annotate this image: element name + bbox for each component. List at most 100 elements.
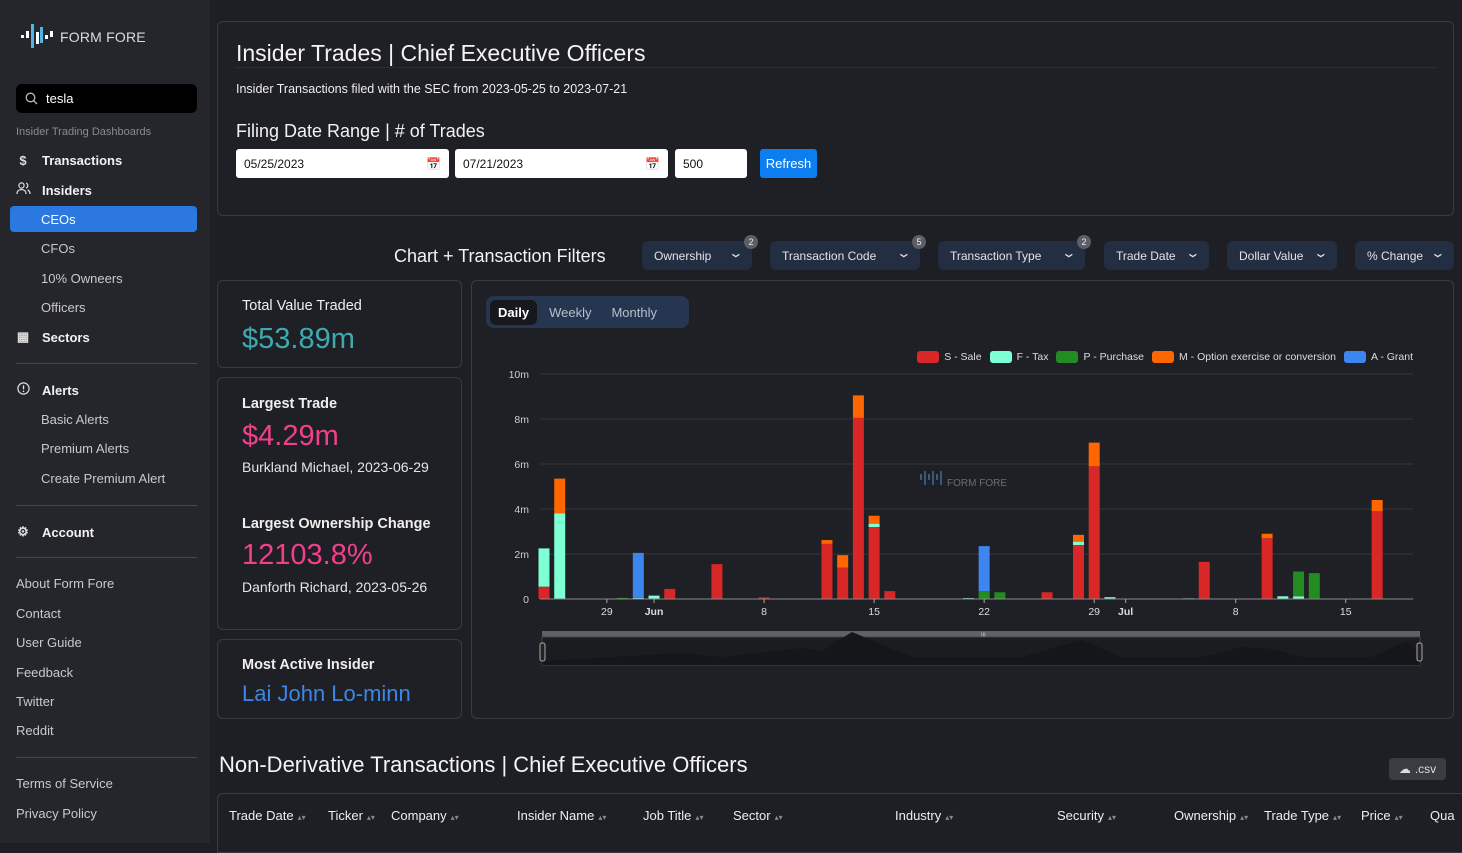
- filter-dollar-value[interactable]: Dollar Value ❯: [1227, 241, 1337, 270]
- sidebar-item-sectors[interactable]: ▦Sectors: [16, 329, 90, 345]
- filter-pct-change[interactable]: % Change❯: [1355, 241, 1454, 270]
- filter-trade-date[interactable]: Trade Date❯: [1104, 241, 1209, 270]
- x-tick-label: 22: [978, 606, 990, 618]
- column-header[interactable]: Company ▴▾: [391, 808, 459, 823]
- link-about[interactable]: About Form Fore: [16, 576, 114, 591]
- label: Dollar Value: [1239, 249, 1303, 263]
- column-header[interactable]: Insider Name ▴▾: [517, 808, 606, 823]
- num-trades-input[interactable]: 500: [675, 149, 747, 178]
- column-header[interactable]: Price▴▾: [1361, 808, 1403, 823]
- column-header[interactable]: Qua: [1430, 808, 1455, 823]
- chevron-down-icon: ❯: [1317, 252, 1326, 258]
- range-title: Filing Date Range | # of Trades: [236, 121, 485, 142]
- y-tick-label: 8m: [514, 414, 529, 426]
- link-reddit[interactable]: Reddit: [16, 723, 54, 738]
- column-header[interactable]: Job Title ▴▾: [643, 808, 703, 823]
- sort-icon[interactable]: ▴▾: [1240, 813, 1248, 822]
- largest-trade-card: Largest Trade $4.29m Burkland Michael, 2…: [217, 377, 462, 630]
- column-header[interactable]: Trade Date▴▾: [229, 808, 306, 823]
- bar-m-segment: [821, 540, 832, 544]
- column-header[interactable]: Industry▴▾: [895, 808, 953, 823]
- link-user-guide[interactable]: User Guide: [16, 635, 82, 650]
- bar-p-segment: [1309, 573, 1320, 599]
- sidebar-item-account[interactable]: ⚙Account: [16, 524, 94, 540]
- bar-chart: 02m4m6m8m10mFORM FORE29Jun8152229Jul815|…: [472, 281, 1455, 720]
- filter-ownership[interactable]: Ownership❯2: [642, 241, 752, 270]
- sort-icon[interactable]: ▴▾: [945, 813, 953, 822]
- calendar-icon[interactable]: 📅: [645, 157, 660, 171]
- bar-m-segment: [1262, 534, 1273, 539]
- sidebar-item-insiders[interactable]: Insiders: [16, 182, 92, 198]
- chevron-down-icon: ❯: [732, 252, 741, 258]
- bar-s-segment: [853, 418, 864, 599]
- sort-icon[interactable]: ▴▾: [298, 813, 306, 822]
- link-feedback[interactable]: Feedback: [16, 665, 73, 680]
- label: Sector: [733, 808, 771, 823]
- label: Job Title: [643, 808, 691, 823]
- largest-ownership-label: Largest Ownership Change: [242, 516, 431, 532]
- most-active-insider-link[interactable]: Lai John Lo-minn: [242, 681, 411, 707]
- search-input[interactable]: [46, 91, 176, 106]
- end-date-input[interactable]: 07/21/2023📅: [455, 149, 668, 178]
- sort-icon[interactable]: ▴▾: [775, 813, 783, 822]
- largest-ownership-value: 12103.8%: [242, 539, 373, 572]
- bar-m-segment: [837, 555, 848, 567]
- column-header[interactable]: Ownership▴▾: [1174, 808, 1248, 823]
- bar-s-segment: [539, 587, 550, 599]
- csv-download-button[interactable]: ☁.csv: [1389, 758, 1446, 780]
- refresh-button[interactable]: Refresh: [760, 149, 817, 178]
- bar-s-segment: [821, 544, 832, 599]
- label: Insiders: [42, 183, 92, 198]
- search-icon: [25, 92, 38, 105]
- bar-f-segment: [1073, 542, 1084, 545]
- sidebar-item-cfos[interactable]: CFOs: [41, 241, 75, 256]
- sidebar-item-10-owners[interactable]: 10% Owneers: [41, 271, 123, 286]
- column-header[interactable]: Sector ▴▾: [733, 808, 783, 823]
- sidebar-item-officers[interactable]: Officers: [41, 300, 86, 315]
- x-tick-label: 15: [1340, 606, 1352, 618]
- column-header[interactable]: Security▴▾: [1057, 808, 1116, 823]
- label: Transaction Type: [950, 249, 1041, 263]
- label: Transaction Code: [782, 249, 876, 263]
- sidebar-item-transactions[interactable]: $Transactions: [16, 153, 122, 168]
- filter-transaction-code[interactable]: Transaction Code❯5: [770, 241, 920, 270]
- label: % Change: [1367, 249, 1423, 263]
- label: Insider Name: [517, 808, 594, 823]
- sidebar-item-premium-alerts[interactable]: Premium Alerts: [41, 441, 129, 456]
- sort-icon[interactable]: ▴▾: [695, 813, 703, 822]
- sidebar-item-basic-alerts[interactable]: Basic Alerts: [41, 412, 109, 427]
- y-tick-label: 4m: [514, 504, 529, 516]
- calendar-icon[interactable]: 📅: [426, 157, 441, 171]
- sort-icon[interactable]: ▴▾: [367, 813, 375, 822]
- sidebar-item-ceos[interactable]: CEOs: [41, 212, 76, 227]
- brand-logo[interactable]: FORM FORE: [20, 22, 146, 52]
- bar-m-segment: [1073, 535, 1084, 542]
- sort-icon[interactable]: ▴▾: [1108, 813, 1116, 822]
- total-value-label: Total Value Traded: [242, 298, 362, 314]
- sidebar-item-alerts[interactable]: Alerts: [16, 382, 79, 398]
- column-header[interactable]: Trade Type▴▾: [1264, 808, 1341, 823]
- value: 500: [683, 157, 703, 171]
- start-date-input[interactable]: 05/25/2023📅: [236, 149, 449, 178]
- column-header[interactable]: Ticker▴▾: [328, 808, 375, 823]
- label: Sectors: [42, 330, 90, 345]
- chevron-down-icon: ❯: [900, 252, 909, 258]
- link-terms[interactable]: Terms of Service: [16, 776, 113, 791]
- link-privacy[interactable]: Privacy Policy: [16, 806, 97, 821]
- bar-s-segment: [1089, 466, 1100, 599]
- label: Company: [391, 808, 447, 823]
- link-contact[interactable]: Contact: [16, 606, 61, 621]
- sort-icon[interactable]: ▴▾: [598, 813, 606, 822]
- y-tick-label: 0: [523, 594, 529, 606]
- sort-icon[interactable]: ▴▾: [451, 813, 459, 822]
- watermark-logo: [940, 471, 942, 485]
- search-box[interactable]: [16, 84, 197, 113]
- sidebar-item-create-premium-alert[interactable]: Create Premium Alert: [41, 471, 165, 486]
- sort-icon[interactable]: ▴▾: [1395, 813, 1403, 822]
- sort-icon[interactable]: ▴▾: [1333, 813, 1341, 822]
- sidebar-caption: Insider Trading Dashboards: [16, 126, 151, 138]
- filter-transaction-type[interactable]: Transaction Type❯2: [938, 241, 1085, 270]
- link-twitter[interactable]: Twitter: [16, 694, 54, 709]
- bar-f-segment: [539, 548, 550, 586]
- bar-p-segment: [1293, 572, 1304, 597]
